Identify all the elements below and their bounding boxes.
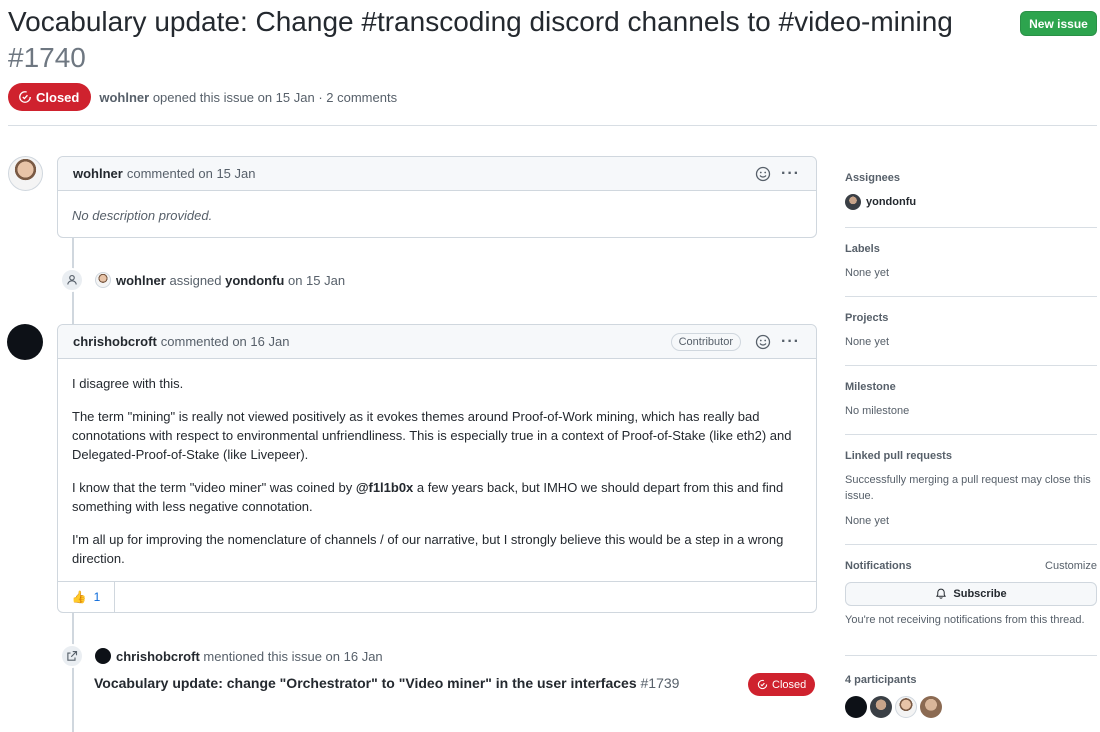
projects-heading[interactable]: Projects bbox=[845, 312, 1097, 324]
issue-number: #1740 bbox=[8, 42, 86, 73]
issue-state-row: Closed wohlner opened this issue on 15 J… bbox=[8, 83, 397, 111]
avatar[interactable] bbox=[95, 648, 111, 664]
divider bbox=[845, 434, 1097, 435]
divider bbox=[845, 227, 1097, 228]
divider bbox=[845, 655, 1097, 656]
issue-author-link[interactable]: wohlner bbox=[99, 90, 149, 105]
comment-paragraph: I'm all up for improving the nomenclatur… bbox=[72, 532, 784, 566]
comment-paragraph: The term "mining" is really not viewed p… bbox=[72, 409, 792, 462]
linked-prs-note: Successfully merging a pull request may … bbox=[845, 474, 1091, 502]
comment-body: No description provided. bbox=[58, 191, 816, 237]
participants-section: 4 participants bbox=[845, 674, 1097, 718]
avatar[interactable] bbox=[95, 272, 111, 288]
notifications-note: You're not receiving notifications from … bbox=[845, 614, 1085, 626]
comment-timestamp[interactable]: commented on 16 Jan bbox=[161, 334, 290, 349]
issue-title-text: Vocabulary update: Change #transcoding d… bbox=[8, 6, 953, 37]
status-badge: Closed bbox=[8, 83, 92, 111]
linked-prs-heading[interactable]: Linked pull requests bbox=[845, 450, 1097, 462]
assignees-heading[interactable]: Assignees bbox=[845, 172, 1097, 184]
referenced-issue-title[interactable]: Vocabulary update: change "Orchestrator"… bbox=[94, 675, 637, 691]
mention-event: chrishobcroft mentioned this issue on 16… bbox=[60, 644, 383, 668]
avatar bbox=[845, 194, 861, 210]
status-label: Closed bbox=[36, 89, 80, 105]
issue-meta-text: opened this issue on 15 Jan · 2 comments bbox=[152, 89, 398, 105]
projects-section: Projects None yet bbox=[845, 312, 1097, 350]
avatar[interactable] bbox=[7, 324, 43, 360]
paragraph-text: I know that the term "video miner" was c… bbox=[72, 480, 356, 495]
projects-value: None yet bbox=[845, 336, 890, 348]
referenced-issue-number: #1739 bbox=[640, 675, 680, 691]
comment-body: I disagree with this. The term "mining" … bbox=[58, 359, 816, 581]
comment-author[interactable]: chrishobcroft bbox=[73, 334, 157, 349]
assignees-section: Assignees yondonfu bbox=[845, 172, 1097, 210]
avatar[interactable] bbox=[870, 696, 892, 718]
subscribe-label: Subscribe bbox=[953, 588, 1007, 600]
referenced-status-label: Closed bbox=[772, 678, 807, 691]
issue-closed-icon bbox=[757, 679, 768, 690]
subscribe-button[interactable]: Subscribe bbox=[845, 582, 1097, 606]
labels-section: Labels None yet bbox=[845, 243, 1097, 281]
contributor-badge: Contributor bbox=[670, 333, 742, 351]
milestone-heading[interactable]: Milestone bbox=[845, 381, 1097, 393]
avatar[interactable] bbox=[845, 696, 867, 718]
smiley-icon[interactable] bbox=[755, 334, 771, 350]
comment-header: wohlner commented on 15 Jan ··· bbox=[58, 157, 816, 191]
assign-event: wohlner assigned yondonfu on 15 Jan bbox=[60, 268, 345, 292]
labels-heading[interactable]: Labels bbox=[845, 243, 1097, 255]
avatar[interactable] bbox=[895, 696, 917, 718]
referenced-issue-link[interactable]: Vocabulary update: change "Orchestrator"… bbox=[94, 675, 679, 691]
avatar[interactable] bbox=[920, 696, 942, 718]
event-actor[interactable]: wohlner bbox=[116, 273, 166, 288]
bell-icon bbox=[936, 588, 947, 599]
divider bbox=[845, 544, 1097, 545]
linked-prs-value: None yet bbox=[845, 515, 890, 527]
avatar[interactable] bbox=[8, 156, 43, 191]
reaction-count: 1 bbox=[93, 590, 101, 604]
issue-title: Vocabulary update: Change #transcoding d… bbox=[8, 4, 998, 76]
thumbs-up-reaction[interactable]: 👍 1 bbox=[58, 582, 115, 612]
assignee-name[interactable]: yondonfu bbox=[866, 196, 916, 208]
notifications-section: Notifications Customize Subscribe You're… bbox=[845, 560, 1097, 628]
event-actor[interactable]: chrishobcroft bbox=[116, 649, 200, 664]
participants-heading: 4 participants bbox=[845, 674, 917, 686]
event-verb: assigned bbox=[169, 272, 222, 288]
divider bbox=[845, 365, 1097, 366]
thumbs-up-icon: 👍 bbox=[71, 590, 87, 604]
milestone-value: No milestone bbox=[845, 405, 910, 417]
issue-closed-icon bbox=[19, 91, 31, 103]
person-icon bbox=[60, 268, 84, 292]
user-mention-link[interactable]: @f1l1b0x bbox=[356, 480, 413, 495]
new-issue-button[interactable]: New issue bbox=[1020, 11, 1097, 36]
header-divider bbox=[8, 125, 1097, 126]
referenced-status-badge: Closed bbox=[748, 673, 816, 696]
comment-text: No description provided. bbox=[72, 208, 213, 223]
comment-chrishobcroft: chrishobcroft commented on 16 Jan Contri… bbox=[57, 324, 817, 613]
customize-link[interactable]: Customize bbox=[1045, 560, 1097, 572]
event-time[interactable]: on 15 Jan bbox=[288, 273, 345, 288]
event-target[interactable]: yondonfu bbox=[225, 273, 284, 288]
comment-wohlner: wohlner commented on 15 Jan ··· No descr… bbox=[57, 156, 817, 238]
kebab-menu-icon[interactable]: ··· bbox=[781, 166, 800, 182]
linked-prs-section: Linked pull requests Successfully mergin… bbox=[845, 450, 1097, 529]
participant-avatars bbox=[845, 696, 1097, 718]
divider bbox=[845, 296, 1097, 297]
milestone-section: Milestone No milestone bbox=[845, 381, 1097, 419]
event-text: mentioned this issue on 16 Jan bbox=[203, 648, 383, 664]
assignee-item[interactable]: yondonfu bbox=[845, 194, 1097, 210]
comment-timestamp[interactable]: commented on 15 Jan bbox=[127, 166, 256, 181]
issue-meta: wohlner opened this issue on 15 Jan · 2 … bbox=[99, 90, 397, 105]
comment-paragraph: I disagree with this. bbox=[72, 376, 184, 391]
reactions-bar: 👍 1 bbox=[58, 581, 816, 612]
labels-value: None yet bbox=[845, 267, 890, 279]
comment-paragraph: I know that the term "video miner" was c… bbox=[72, 478, 801, 516]
comment-author[interactable]: wohlner bbox=[73, 166, 123, 181]
cross-reference-icon bbox=[60, 644, 84, 668]
smiley-icon[interactable] bbox=[755, 166, 771, 182]
comment-header: chrishobcroft commented on 16 Jan Contri… bbox=[58, 325, 816, 359]
kebab-menu-icon[interactable]: ··· bbox=[781, 334, 800, 350]
